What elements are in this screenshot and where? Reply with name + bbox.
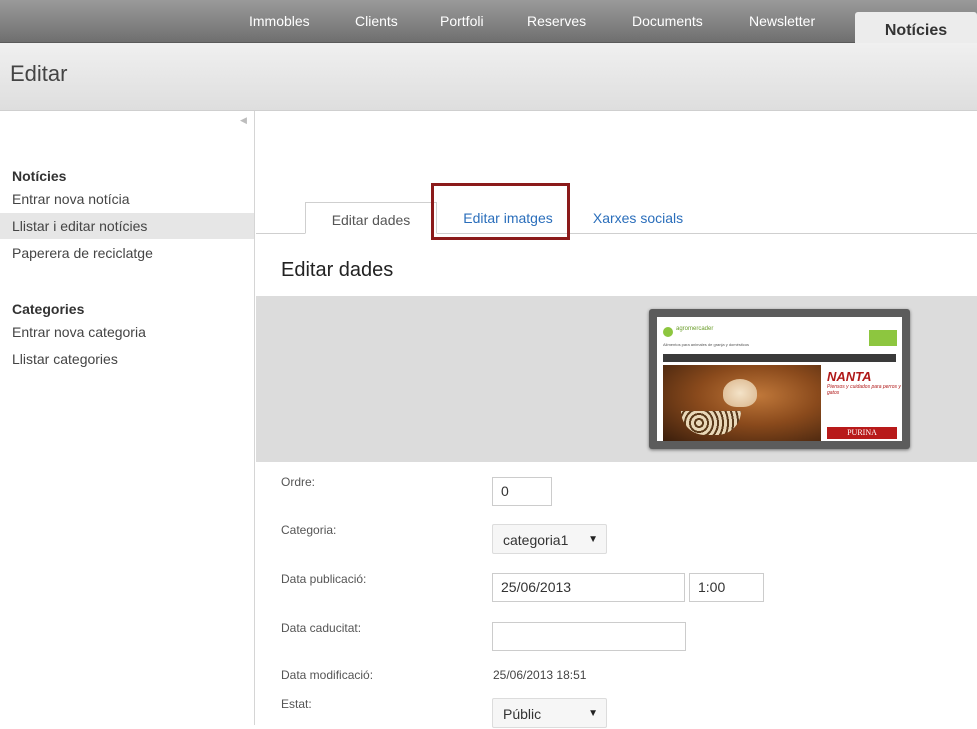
nav-documents[interactable]: Documents [632,0,703,42]
label-data-modificacio: Data modificació: [281,668,374,682]
data-caducitat-input[interactable] [492,622,686,651]
data-publicacio-input[interactable]: 25/06/2013 [492,573,685,602]
top-nav: Immobles Clients Portfoli Reserves Docum… [0,0,977,43]
sidebar-item-entrar-categoria[interactable]: Entrar nova categoria [0,319,254,345]
thumbnail-menu-bar [663,354,896,362]
sidebar-divider [254,111,255,725]
nav-noticies[interactable]: Notícies [855,12,977,43]
highlight-box [431,183,570,240]
kitten-graphic [723,379,757,407]
categoria-select-value: categoria1 [503,532,569,548]
nav-portfoli[interactable]: Portfoli [440,0,484,42]
nav-reserves[interactable]: Reserves [527,0,586,42]
sidebar-item-entrar-noticia[interactable]: Entrar nova notícia [0,186,254,212]
cart-icon [869,330,897,346]
nav-clients[interactable]: Clients [355,0,398,42]
thumbnail-screen: agromercader Alimentos para animales de … [657,317,902,441]
section-title: Editar dades [281,259,394,281]
image-thumbnail[interactable]: agromercader Alimentos para animales de … [649,309,910,449]
estat-select-value: Públic [503,706,542,722]
page-title: Editar [10,61,68,86]
sidebar-item-llistar-categories[interactable]: Llistar categories [0,346,254,372]
thumbnail-logo-text: agromercader [676,326,714,332]
sidebar-item-llistar-noticies[interactable]: Llistar i editar notícies [0,213,254,239]
estat-select[interactable]: Públic ▼ [492,698,607,728]
label-data-publicacio: Data publicació: [281,572,367,586]
ordre-input[interactable]: 0 [492,477,552,506]
label-estat: Estat: [281,697,312,711]
ad-nanta: NANTA [827,369,872,384]
nav-immobles[interactable]: Immobles [249,0,310,42]
logo-icon [663,327,673,337]
sidebar-section-noticies: Notícies [12,168,67,184]
collapse-arrow-icon[interactable]: ◀ [240,115,247,126]
sidebar-section-categories: Categories [12,301,85,317]
sidebar: ◀ Notícies Entrar nova notícia Llistar i… [0,111,255,725]
ad-purina: PURINA [827,427,897,439]
label-ordre: Ordre: [281,475,316,489]
categoria-select[interactable]: categoria1 ▼ [492,524,607,554]
dropdown-arrow-icon: ▼ [588,534,598,545]
tab-editar-dades[interactable]: Editar dades [305,202,437,234]
page-header: Editar [0,43,977,111]
nav-newsletter[interactable]: Newsletter [749,0,815,42]
data-modificacio-value: 25/06/2013 18:51 [493,668,587,682]
tab-xarxes-socials[interactable]: Xarxes socials [582,203,694,235]
hora-publicacio-input[interactable]: 1:00 [689,573,764,602]
label-data-caducitat: Data caducitat: [281,621,362,635]
label-categoria: Categoria: [281,523,337,537]
ad-nanta-sub: Piensos y cuidados para perros y gatos [827,384,901,396]
sidebar-item-paperera[interactable]: Paperera de reciclatge [0,240,254,266]
thumbnail-tagline: Alimentos para animales de granja y domé… [663,342,750,347]
